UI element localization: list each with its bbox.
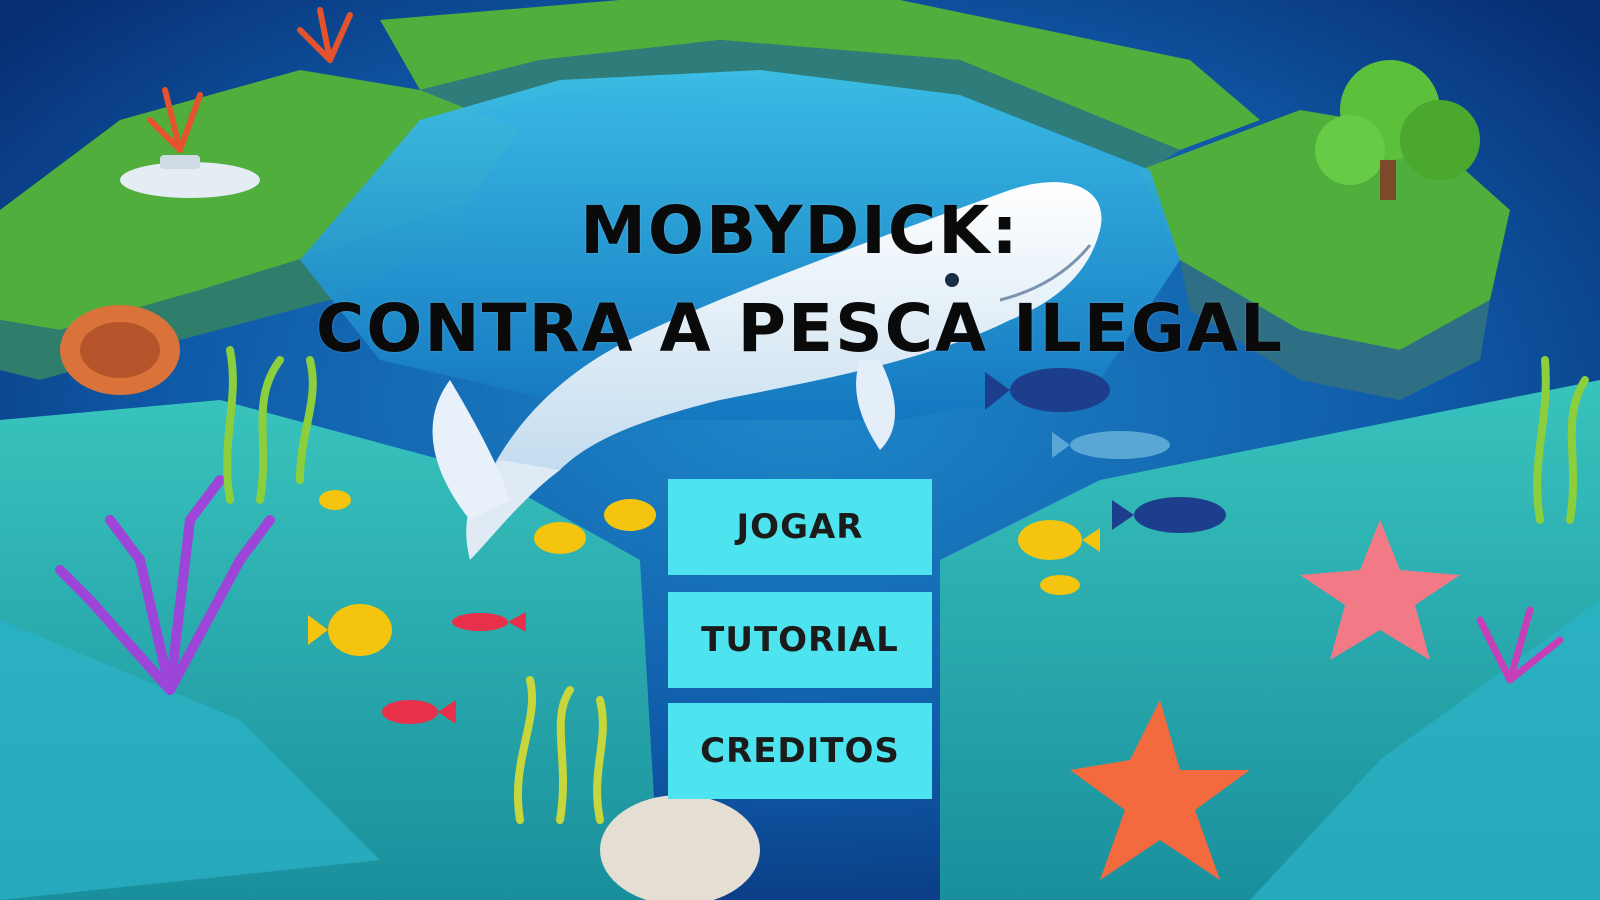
tutorial-button[interactable]: TUTORIAL <box>668 592 932 688</box>
credits-button[interactable]: CREDITOS <box>668 703 932 799</box>
game-title-line-2: CONTRA A PESCA ILEGAL <box>315 290 1285 367</box>
game-title-line-1: MOBYDICK: <box>580 192 1020 269</box>
play-button[interactable]: JOGAR <box>668 479 932 575</box>
